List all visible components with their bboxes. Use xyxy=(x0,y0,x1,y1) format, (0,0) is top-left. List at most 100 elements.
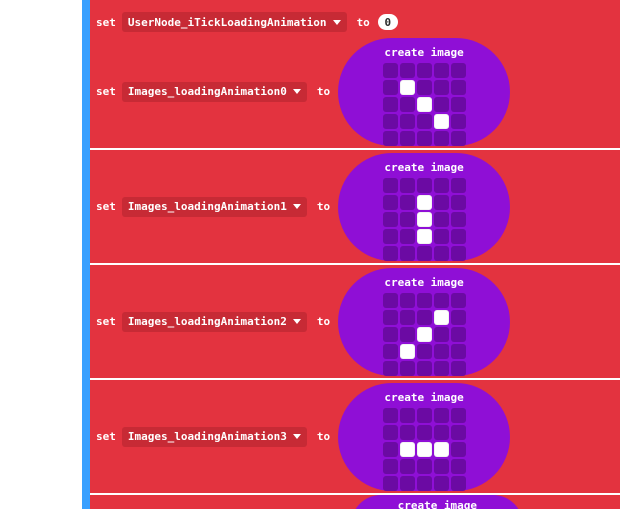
led-cell[interactable] xyxy=(417,425,432,440)
led-cell[interactable] xyxy=(434,212,449,227)
led-cell[interactable] xyxy=(400,425,415,440)
led-cell[interactable] xyxy=(434,178,449,193)
led-cell[interactable] xyxy=(434,442,449,457)
led-cell[interactable] xyxy=(451,344,466,359)
led-cell[interactable] xyxy=(400,80,415,95)
led-cell[interactable] xyxy=(383,246,398,261)
led-cell[interactable] xyxy=(383,344,398,359)
led-cell[interactable] xyxy=(417,327,432,342)
led-cell[interactable] xyxy=(434,459,449,474)
led-cell[interactable] xyxy=(400,361,415,376)
create-image-block-partial[interactable]: create image xyxy=(351,495,523,509)
led-cell[interactable] xyxy=(383,114,398,129)
create-image-block[interactable]: create image xyxy=(338,268,510,376)
led-cell[interactable] xyxy=(383,425,398,440)
led-cell[interactable] xyxy=(434,293,449,308)
led-cell[interactable] xyxy=(400,114,415,129)
led-cell[interactable] xyxy=(400,310,415,325)
variable-dropdown-tick[interactable]: UserNode_iTickLoadingAnimation xyxy=(122,12,347,32)
led-cell[interactable] xyxy=(451,246,466,261)
set-variable-block-img0[interactable]: set Images_loadingAnimation0 to create i… xyxy=(90,35,620,148)
led-cell[interactable] xyxy=(400,178,415,193)
led-cell[interactable] xyxy=(434,361,449,376)
led-cell[interactable] xyxy=(451,361,466,376)
led-cell[interactable] xyxy=(383,361,398,376)
led-cell[interactable] xyxy=(417,114,432,129)
led-cell[interactable] xyxy=(400,131,415,146)
led-cell[interactable] xyxy=(434,114,449,129)
led-cell[interactable] xyxy=(383,408,398,423)
led-cell[interactable] xyxy=(383,195,398,210)
led-cell[interactable] xyxy=(434,310,449,325)
led-cell[interactable] xyxy=(434,246,449,261)
led-cell[interactable] xyxy=(451,459,466,474)
led-cell[interactable] xyxy=(451,310,466,325)
led-cell[interactable] xyxy=(434,327,449,342)
led-cell[interactable] xyxy=(383,442,398,457)
led-cell[interactable] xyxy=(434,195,449,210)
led-cell[interactable] xyxy=(451,114,466,129)
led-cell[interactable] xyxy=(417,310,432,325)
set-variable-block-img4-partial[interactable]: set Images_loadingAnimation3 to create i… xyxy=(90,495,620,509)
led-cell[interactable] xyxy=(383,80,398,95)
led-cell[interactable] xyxy=(417,361,432,376)
led-cell[interactable] xyxy=(434,97,449,112)
variable-dropdown-img2[interactable]: Images_loadingAnimation2 xyxy=(122,312,307,332)
led-grid-1[interactable] xyxy=(383,178,466,261)
variable-dropdown-img0[interactable]: Images_loadingAnimation0 xyxy=(122,82,307,102)
led-cell[interactable] xyxy=(451,212,466,227)
led-cell[interactable] xyxy=(417,80,432,95)
variable-dropdown-img3[interactable]: Images_loadingAnimation3 xyxy=(122,427,307,447)
set-variable-block-img1[interactable]: set Images_loadingAnimation1 to create i… xyxy=(90,150,620,263)
led-cell[interactable] xyxy=(434,80,449,95)
led-grid-3[interactable] xyxy=(383,408,466,491)
led-cell[interactable] xyxy=(400,327,415,342)
led-cell[interactable] xyxy=(400,476,415,491)
led-cell[interactable] xyxy=(434,476,449,491)
led-cell[interactable] xyxy=(400,459,415,474)
led-cell[interactable] xyxy=(434,425,449,440)
set-variable-block-img3[interactable]: set Images_loadingAnimation3 to create i… xyxy=(90,380,620,493)
led-cell[interactable] xyxy=(417,293,432,308)
led-cell[interactable] xyxy=(417,246,432,261)
create-image-block[interactable]: create image xyxy=(338,153,510,261)
led-cell[interactable] xyxy=(434,408,449,423)
led-cell[interactable] xyxy=(383,229,398,244)
led-cell[interactable] xyxy=(417,408,432,423)
led-cell[interactable] xyxy=(451,408,466,423)
led-grid-0[interactable] xyxy=(383,63,466,146)
led-cell[interactable] xyxy=(383,310,398,325)
number-input-tick[interactable]: 0 xyxy=(378,14,398,30)
led-cell[interactable] xyxy=(400,408,415,423)
led-cell[interactable] xyxy=(400,246,415,261)
led-cell[interactable] xyxy=(383,97,398,112)
led-cell[interactable] xyxy=(400,229,415,244)
led-grid-2[interactable] xyxy=(383,293,466,376)
set-variable-block-tick[interactable]: set UserNode_iTickLoadingAnimation to 0 xyxy=(90,9,620,35)
variable-dropdown-img1[interactable]: Images_loadingAnimation1 xyxy=(122,197,307,217)
led-cell[interactable] xyxy=(400,212,415,227)
led-cell[interactable] xyxy=(383,459,398,474)
led-cell[interactable] xyxy=(451,80,466,95)
led-cell[interactable] xyxy=(434,229,449,244)
led-cell[interactable] xyxy=(417,476,432,491)
led-cell[interactable] xyxy=(417,442,432,457)
led-cell[interactable] xyxy=(451,178,466,193)
led-cell[interactable] xyxy=(451,63,466,78)
led-cell[interactable] xyxy=(451,97,466,112)
led-cell[interactable] xyxy=(417,63,432,78)
led-cell[interactable] xyxy=(417,178,432,193)
led-cell[interactable] xyxy=(383,178,398,193)
led-cell[interactable] xyxy=(451,131,466,146)
led-cell[interactable] xyxy=(383,131,398,146)
led-cell[interactable] xyxy=(383,293,398,308)
set-variable-block-img2[interactable]: set Images_loadingAnimation2 to create i… xyxy=(90,265,620,378)
create-image-block[interactable]: create image xyxy=(338,383,510,491)
led-cell[interactable] xyxy=(400,195,415,210)
led-cell[interactable] xyxy=(451,293,466,308)
led-cell[interactable] xyxy=(400,63,415,78)
led-cell[interactable] xyxy=(383,212,398,227)
led-cell[interactable] xyxy=(434,131,449,146)
led-cell[interactable] xyxy=(400,293,415,308)
led-cell[interactable] xyxy=(417,212,432,227)
